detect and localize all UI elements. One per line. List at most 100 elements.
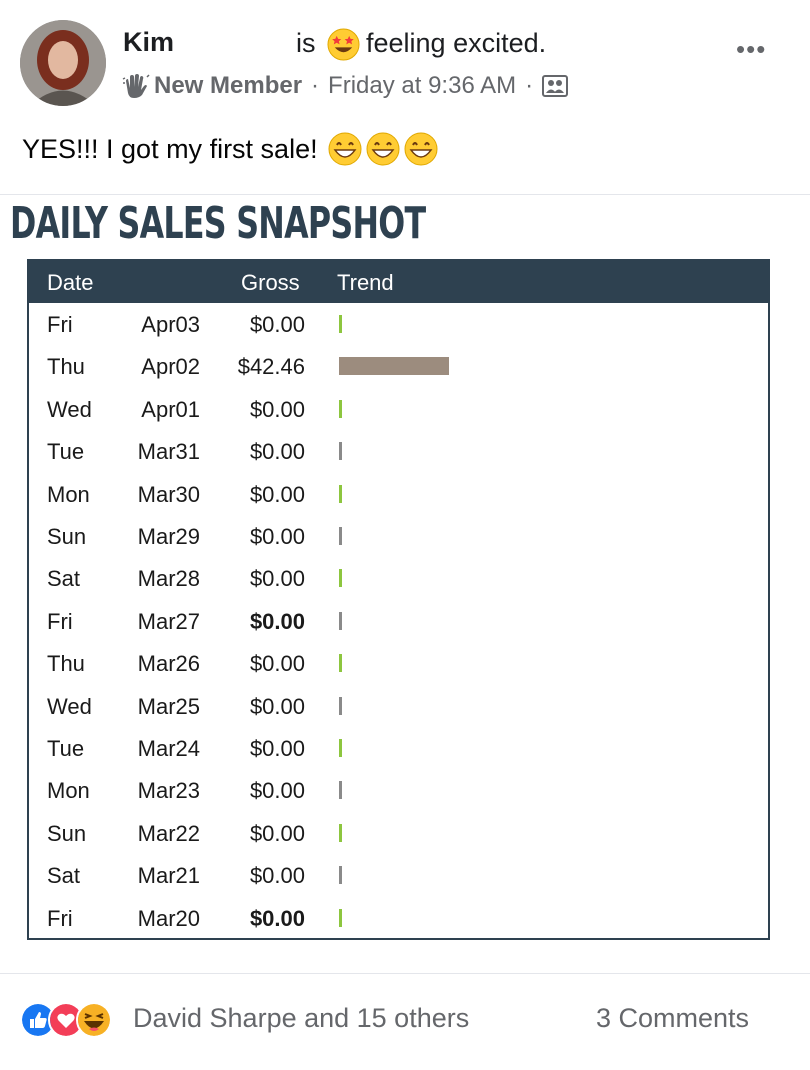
row-gross: $0.00	[249, 736, 305, 761]
trend-bar	[339, 315, 342, 333]
row-date: Mar29	[137, 524, 200, 549]
table-row: Fri Apr03 $0.00	[29, 303, 768, 345]
post-message: YES!!! I got my first sale!	[22, 133, 318, 164]
trend-bar	[339, 357, 449, 376]
table-row: Sun Mar22 $0.00	[29, 812, 768, 854]
reaction-icons[interactable]	[20, 1002, 112, 1038]
row-day: Sun	[47, 820, 87, 846]
meta-separator: ·	[311, 72, 320, 99]
row-day: Mon	[47, 481, 90, 507]
row-gross: $0.00	[249, 693, 305, 719]
row-gross: $0.00	[249, 905, 305, 931]
row-day: Fri	[47, 905, 73, 931]
row-gross: $0.00	[249, 396, 305, 422]
member-badge[interactable]: New Member	[154, 72, 302, 100]
row-date: Mar31	[137, 439, 200, 465]
table-header: Date Gross Trend	[29, 261, 768, 303]
grinning-emoji-icon	[404, 132, 438, 166]
row-gross: $0.00	[249, 863, 305, 889]
row-date: Mar21	[137, 863, 200, 889]
trend-bar	[339, 442, 342, 461]
row-day: Thu	[47, 651, 85, 677]
group-audience-icon[interactable]	[542, 74, 569, 98]
star-struck-emoji-icon	[327, 28, 360, 61]
row-date: Apr03	[141, 312, 200, 337]
trend-bar	[339, 739, 342, 757]
snapshot-title: DAILY SALES SNAPSHOT	[10, 198, 426, 249]
table-row: Thu Mar26 $0.00	[29, 642, 768, 684]
row-date: Mar23	[137, 778, 200, 804]
grinning-emoji-icon	[328, 132, 362, 166]
trend-bar	[339, 781, 342, 800]
row-date: Mar25	[137, 693, 200, 719]
row-date: Apr02	[141, 354, 200, 380]
row-day: Wed	[47, 396, 92, 422]
row-gross: $0.00	[249, 651, 305, 677]
row-gross: $0.00	[249, 524, 305, 549]
table-row: Mon Mar23 $0.00	[29, 769, 768, 811]
post-timestamp[interactable]: Friday at 9:36 AM	[328, 72, 516, 100]
table-row: Sat Mar21 $0.00	[29, 854, 768, 896]
grinning-emoji-icon	[366, 132, 400, 166]
divider	[0, 194, 810, 195]
table-row: Sat Mar28 $0.00	[29, 557, 768, 599]
row-day: Thu	[47, 354, 85, 380]
row-date: Mar20	[137, 905, 200, 931]
row-day: Sat	[47, 566, 81, 592]
row-gross: $0.00	[249, 312, 305, 337]
table-row: Tue Mar24 $0.00	[29, 727, 768, 769]
more-options-icon[interactable]: •••	[736, 34, 766, 65]
meta-separator-2: ·	[525, 72, 534, 99]
row-date: Mar24	[137, 736, 200, 761]
author-name[interactable]: Kim	[123, 27, 174, 58]
row-gross: $42.46	[237, 354, 305, 380]
table-row: Wed Apr01 $0.00	[29, 388, 768, 430]
header-trend: Trend	[337, 270, 394, 295]
trend-bar	[339, 823, 342, 842]
post-text: YES!!! I got my first sale!	[22, 132, 438, 166]
row-gross: $0.00	[249, 778, 305, 804]
table-row: Tue Mar31 $0.00	[29, 430, 768, 472]
avatar[interactable]	[20, 20, 106, 106]
table-row: Mon Mar30 $0.00	[29, 473, 768, 515]
table-row: Thu Apr02 $42.46	[29, 345, 768, 387]
row-day: Fri	[47, 312, 73, 337]
reaction-summary[interactable]: David Sharpe and 15 others	[133, 1003, 469, 1034]
row-day: Tue	[47, 736, 85, 761]
row-day: Tue	[47, 439, 85, 465]
feeling-text: feeling excited.	[366, 28, 547, 58]
table-row: Wed Mar25 $0.00	[29, 685, 768, 727]
row-date: Mar28	[137, 566, 200, 592]
header-date: Date	[47, 270, 94, 295]
table-row: Sun Mar29 $0.00	[29, 515, 768, 557]
feeling-prefix: is	[296, 28, 316, 58]
row-gross: $0.00	[249, 481, 305, 507]
avatar-image	[20, 20, 106, 106]
row-date: Mar26	[137, 651, 200, 677]
trend-bar	[339, 527, 342, 545]
row-gross: $0.00	[249, 608, 305, 634]
row-date: Apr01	[141, 396, 200, 422]
row-date: Mar30	[137, 481, 200, 507]
trend-bar	[339, 611, 342, 630]
row-day: Sun	[47, 524, 87, 549]
trend-bar	[339, 908, 342, 927]
trend-bar	[339, 866, 342, 885]
comments-count[interactable]: 3 Comments	[596, 1003, 749, 1034]
row-day: Fri	[47, 608, 73, 634]
post-meta: New Member · Friday at 9:36 AM ·	[122, 70, 569, 102]
haha-icon	[76, 1002, 112, 1038]
trend-bar	[339, 696, 342, 715]
row-day: Wed	[47, 693, 92, 719]
divider	[0, 973, 810, 974]
row-day: Sat	[47, 863, 81, 889]
row-gross: $0.00	[249, 439, 305, 465]
trend-bar	[339, 569, 342, 588]
sales-table[interactable]: Date Gross Trend Fri Apr03 $0.00 Thu Apr02 $4…	[27, 259, 770, 940]
trend-bar	[339, 399, 342, 418]
row-date: Mar27	[137, 608, 200, 634]
waving-hand-icon	[122, 74, 150, 98]
row-gross: $0.00	[249, 820, 305, 846]
table-row: Fri Mar27 $0.00	[29, 600, 768, 642]
row-date: Mar22	[137, 820, 200, 846]
